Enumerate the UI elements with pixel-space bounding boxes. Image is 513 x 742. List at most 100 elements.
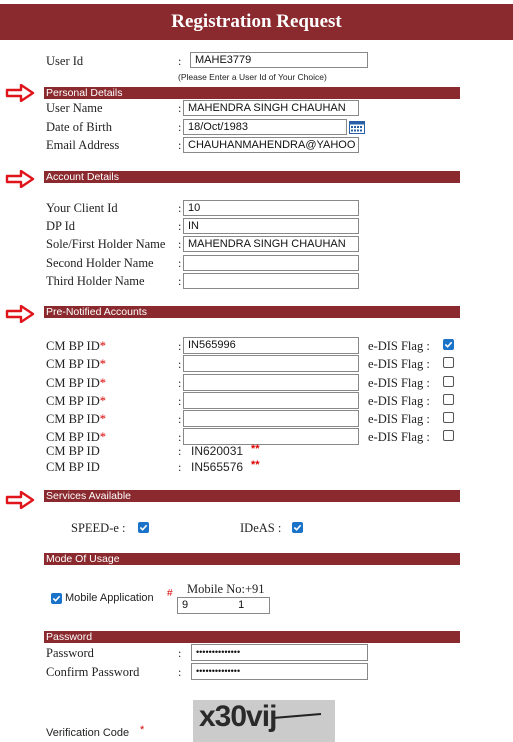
- edis-flag-checkbox[interactable]: [443, 412, 454, 423]
- colon: :: [178, 120, 182, 134]
- cm-bp-id-input[interactable]: [183, 392, 359, 409]
- edis-flag-checkbox[interactable]: [443, 430, 454, 441]
- asterisk: *: [99, 376, 106, 390]
- mobile-application-label: Mobile Application: [65, 592, 154, 604]
- edis-flag-checkbox[interactable]: [443, 339, 454, 350]
- user-name-label: User Name: [46, 101, 103, 115]
- mobile-application-checkbox[interactable]: [51, 593, 62, 604]
- dob-input[interactable]: 18/Oct/1983: [183, 119, 347, 135]
- edis-flag-label: e-DIS Flag :: [368, 339, 430, 353]
- section-account-details: Account Details: [44, 171, 460, 183]
- password-input[interactable]: ••••••••••••••: [191, 644, 368, 661]
- cm-bp-id-label: CM BP ID*: [46, 339, 106, 353]
- edis-flag-checkbox[interactable]: [443, 376, 454, 387]
- asterisk: *: [140, 724, 145, 736]
- captcha-text: x30vij: [199, 700, 277, 733]
- client-id-input[interactable]: 10: [183, 200, 359, 216]
- cm-bp-id-input[interactable]: [183, 428, 359, 445]
- cm-bp-id-fixed-value: IN565576: [191, 460, 244, 474]
- section-personal-details: Personal Details: [44, 87, 460, 99]
- ideas-label: IDeAS :: [240, 521, 282, 535]
- asterisk: *: [99, 394, 106, 408]
- section-pre-notified-accounts: Pre-Notified Accounts: [44, 306, 460, 318]
- first-holder-label: Sole/First Holder Name: [46, 237, 166, 251]
- cm-bp-id-input[interactable]: [183, 355, 359, 372]
- second-holder-label: Second Holder Name: [46, 256, 154, 270]
- cm-bp-id-label: CM BP ID*: [46, 376, 106, 390]
- asterisk: *: [99, 339, 106, 353]
- cm-bp-id-fixed-value: IN620031: [191, 444, 244, 458]
- email-label: Email Address: [46, 138, 120, 152]
- ideas-checkbox[interactable]: [292, 522, 303, 533]
- mobile-no-tail: 1: [238, 599, 245, 611]
- email-input[interactable]: CHAUHANMAHENDRA@YAHOO: [183, 137, 359, 153]
- colon: :: [178, 101, 182, 115]
- section-password: Password: [44, 631, 460, 643]
- colon: :: [178, 430, 182, 444]
- calendar-icon[interactable]: [349, 120, 365, 134]
- third-holder-input[interactable]: [183, 273, 359, 289]
- cm-bp-id-fixed-label: CM BP ID: [46, 460, 100, 474]
- colon: :: [178, 237, 182, 251]
- cm-bp-id-label: CM BP ID*: [46, 357, 106, 371]
- colon: :: [178, 138, 182, 152]
- user-id-label: User Id: [46, 54, 84, 68]
- cm-bp-id-input[interactable]: [183, 410, 359, 427]
- third-holder-label: Third Holder Name: [46, 274, 145, 288]
- right-arrow-icon: [5, 170, 35, 188]
- section-services-available: Services Available: [44, 490, 460, 502]
- mobile-no-value: 9: [182, 599, 189, 611]
- user-id-input[interactable]: MAHE3779: [190, 52, 368, 68]
- cm-bp-id-fixed-label: CM BP ID: [46, 444, 100, 458]
- verification-code-label: Verification Code: [46, 727, 130, 739]
- first-holder-input[interactable]: MAHENDRA SINGH CHAUHAN: [183, 236, 359, 252]
- page-title: Registration Request: [0, 4, 513, 40]
- mobile-no-label: Mobile No:+91: [187, 582, 265, 596]
- hash-mark: #: [167, 588, 173, 599]
- captcha-image: x30vij: [193, 700, 335, 742]
- confirm-password-label: Confirm Password: [46, 665, 140, 679]
- edis-flag-label: e-DIS Flag :: [368, 412, 430, 426]
- confirm-password-input[interactable]: ••••••••••••••: [191, 663, 368, 680]
- cm-bp-id-label: CM BP ID*: [46, 394, 106, 408]
- client-id-label: Your Client Id: [46, 201, 118, 215]
- mobile-no-input[interactable]: 91: [177, 597, 270, 614]
- colon: :: [178, 274, 182, 288]
- speed-e-checkbox[interactable]: [138, 522, 149, 533]
- colon: :: [178, 219, 182, 233]
- asterisk: *: [99, 412, 106, 426]
- dob-label: Date of Birth: [46, 120, 112, 134]
- colon: :: [178, 394, 182, 408]
- colon: :: [178, 460, 182, 474]
- asterisk: *: [99, 357, 106, 371]
- edis-flag-label: e-DIS Flag :: [368, 357, 430, 371]
- password-label: Password: [46, 646, 94, 660]
- double-asterisk: **: [251, 443, 260, 455]
- double-asterisk: **: [251, 459, 260, 471]
- user-name-input[interactable]: MAHENDRA SINGH CHAUHAN: [183, 100, 359, 116]
- edis-flag-checkbox[interactable]: [443, 394, 454, 405]
- second-holder-input[interactable]: [183, 255, 359, 271]
- colon: :: [178, 357, 182, 371]
- right-arrow-icon: [5, 305, 35, 323]
- right-arrow-icon: [5, 84, 35, 102]
- cm-bp-id-label: CM BP ID*: [46, 412, 106, 426]
- colon: :: [178, 412, 182, 426]
- edis-flag-label: e-DIS Flag :: [368, 394, 430, 408]
- cm-bp-id-label: CM BP ID*: [46, 430, 106, 444]
- dp-id-label: DP Id: [46, 219, 76, 233]
- user-id-hint: (Please Enter a User Id of Your Choice): [178, 72, 327, 82]
- colon: :: [178, 646, 182, 660]
- colon: :: [178, 256, 182, 270]
- asterisk: *: [99, 430, 106, 444]
- edis-flag-label: e-DIS Flag :: [368, 376, 430, 390]
- dp-id-input[interactable]: IN: [183, 218, 359, 234]
- cm-bp-id-input[interactable]: IN565996: [183, 337, 359, 354]
- edis-flag-checkbox[interactable]: [443, 357, 454, 368]
- colon: :: [178, 376, 182, 390]
- colon: :: [178, 444, 182, 458]
- cm-bp-id-input[interactable]: [183, 374, 359, 391]
- speed-e-label: SPEED-e :: [71, 521, 126, 535]
- colon: :: [178, 54, 182, 68]
- right-arrow-icon: [5, 491, 35, 509]
